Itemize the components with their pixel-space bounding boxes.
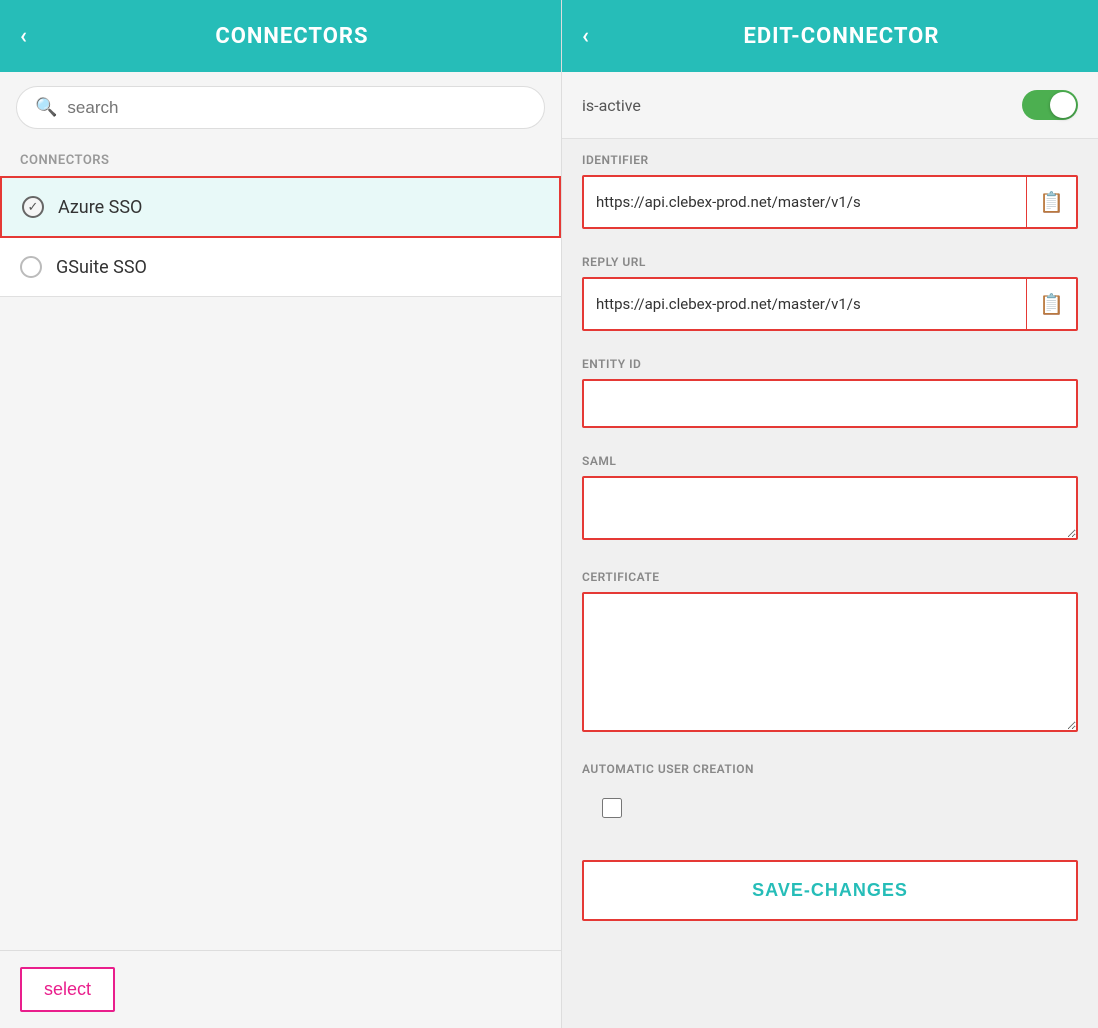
reply-url-group: REPLY URL https://api.clebex-prod.net/ma… [562,241,1098,341]
is-active-row: is-active [562,72,1098,139]
identifier-copy-button[interactable]: 📋 [1026,177,1076,227]
right-header: ‹ EDIT-CONNECTOR [562,0,1098,72]
connectors-section-label: CONNECTORS [0,143,561,176]
copy-icon-2: 📋 [1039,292,1064,316]
identifier-group: IDENTIFIER https://api.clebex-prod.net/m… [562,139,1098,239]
saml-label: SAML [582,454,1078,468]
reply-url-label: REPLY URL [582,255,1078,269]
is-active-label: is-active [582,96,641,115]
certificate-group: CERTIFICATE [562,556,1098,746]
connector-name-gsuite-sso: GSuite SSO [56,257,147,278]
auto-user-label: AUTOMATIC USER CREATION [582,762,1078,776]
radio-gsuite-sso [20,256,42,278]
search-area: 🔍 [0,72,561,143]
search-icon: 🔍 [35,97,57,118]
entity-id-group: ENTITY ID [562,343,1098,438]
auto-user-checkbox[interactable] [602,798,622,818]
auto-user-row [582,784,1078,832]
auto-user-group: AUTOMATIC USER CREATION [562,748,1098,842]
entity-id-input[interactable] [582,379,1078,428]
save-section: SAVE-CHANGES [562,844,1098,945]
check-icon: ✓ [28,200,39,215]
select-button[interactable]: select [20,967,115,1012]
left-header-title: CONNECTORS [43,24,541,49]
save-changes-button[interactable]: SAVE-CHANGES [582,860,1078,921]
radio-azure-sso: ✓ [22,196,44,218]
identifier-value: https://api.clebex-prod.net/master/v1/s [584,179,1026,225]
left-panel: ‹ CONNECTORS 🔍 CONNECTORS ✓ Azure SSO GS… [0,0,562,1028]
is-active-toggle[interactable] [1022,90,1078,120]
saml-textarea[interactable] [582,476,1078,540]
left-header: ‹ CONNECTORS [0,0,561,72]
entity-id-label: ENTITY ID [582,357,1078,371]
connector-item-azure-sso[interactable]: ✓ Azure SSO [0,176,561,238]
identifier-label: IDENTIFIER [582,153,1078,167]
connector-list: ✓ Azure SSO GSuite SSO [0,176,561,950]
connector-item-gsuite-sso[interactable]: GSuite SSO [0,238,561,297]
reply-url-value: https://api.clebex-prod.net/master/v1/s [584,281,1026,327]
search-box: 🔍 [16,86,545,129]
connector-name-azure-sso: Azure SSO [58,197,142,218]
left-back-button[interactable]: ‹ [20,24,27,49]
right-panel: ‹ EDIT-CONNECTOR is-active IDENTIFIER ht… [562,0,1098,1028]
identifier-row: https://api.clebex-prod.net/master/v1/s … [582,175,1078,229]
reply-url-copy-button[interactable]: 📋 [1026,279,1076,329]
search-input[interactable] [67,98,526,118]
bottom-bar: select [0,950,561,1028]
right-header-title: EDIT-CONNECTOR [605,24,1078,49]
right-back-button[interactable]: ‹ [582,24,589,49]
certificate-label: CERTIFICATE [582,570,1078,584]
saml-group: SAML [562,440,1098,554]
copy-icon: 📋 [1039,190,1064,214]
reply-url-row: https://api.clebex-prod.net/master/v1/s … [582,277,1078,331]
certificate-textarea[interactable] [582,592,1078,732]
toggle-knob [1050,92,1076,118]
